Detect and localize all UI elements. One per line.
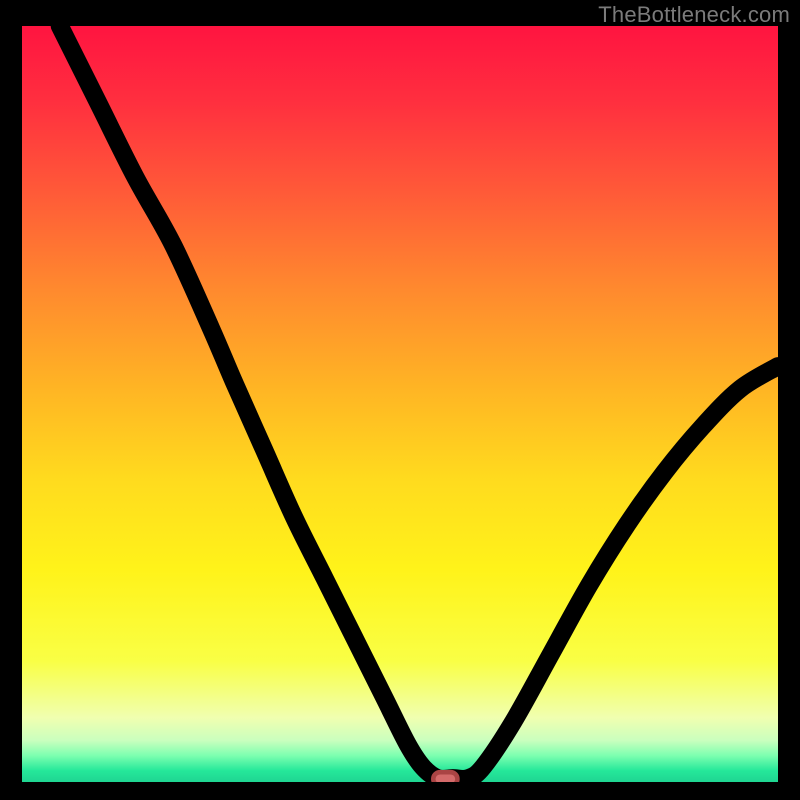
- gradient-background: [22, 26, 778, 782]
- bottleneck-chart: [22, 26, 778, 782]
- chart-frame: TheBottleneck.com: [0, 0, 800, 800]
- plot-area: [22, 26, 778, 782]
- watermark-text: TheBottleneck.com: [598, 2, 790, 28]
- optimal-marker: [433, 772, 457, 782]
